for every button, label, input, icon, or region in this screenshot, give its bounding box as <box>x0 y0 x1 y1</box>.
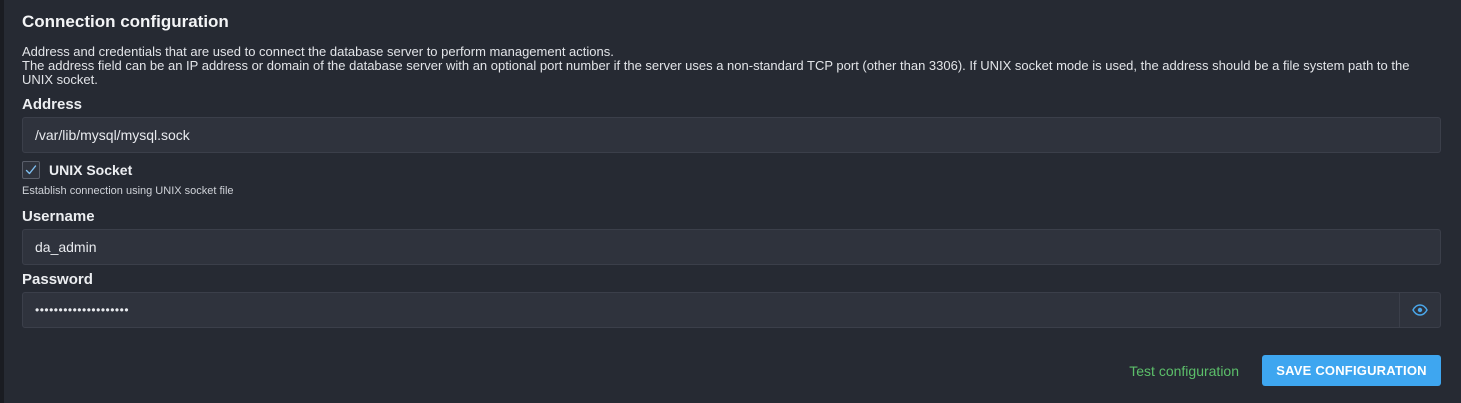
unix-socket-hint: Establish connection using UNIX socket f… <box>22 185 234 197</box>
toggle-password-visibility-button[interactable] <box>1399 293 1440 327</box>
section-title: Connection configuration <box>22 12 229 31</box>
unix-socket-label[interactable]: UNIX Socket <box>49 162 132 178</box>
password-input[interactable] <box>23 293 1399 327</box>
username-label: Username <box>22 208 95 225</box>
username-field-wrapper <box>22 229 1441 265</box>
description-line-1: Address and credentials that are used to… <box>22 44 614 59</box>
test-configuration-link[interactable]: Test configuration <box>1129 363 1239 379</box>
address-field-wrapper <box>22 117 1441 153</box>
unix-socket-checkbox[interactable] <box>22 161 40 179</box>
username-input[interactable] <box>23 230 1440 264</box>
address-label: Address <box>22 96 83 113</box>
eye-icon <box>1412 304 1428 316</box>
description-line-2: The address field can be an IP address o… <box>22 58 1410 87</box>
password-label: Password <box>22 271 93 288</box>
password-field-wrapper <box>22 292 1441 328</box>
address-input[interactable] <box>23 118 1440 152</box>
connection-configuration-panel: Connection configuration Address and cre… <box>4 0 1461 403</box>
checkmark-icon <box>25 165 37 175</box>
unix-socket-row: UNIX Socket <box>22 161 132 179</box>
section-description: Address and credentials that are used to… <box>22 45 1432 87</box>
save-configuration-button[interactable]: SAVE CONFIGURATION <box>1262 355 1441 386</box>
